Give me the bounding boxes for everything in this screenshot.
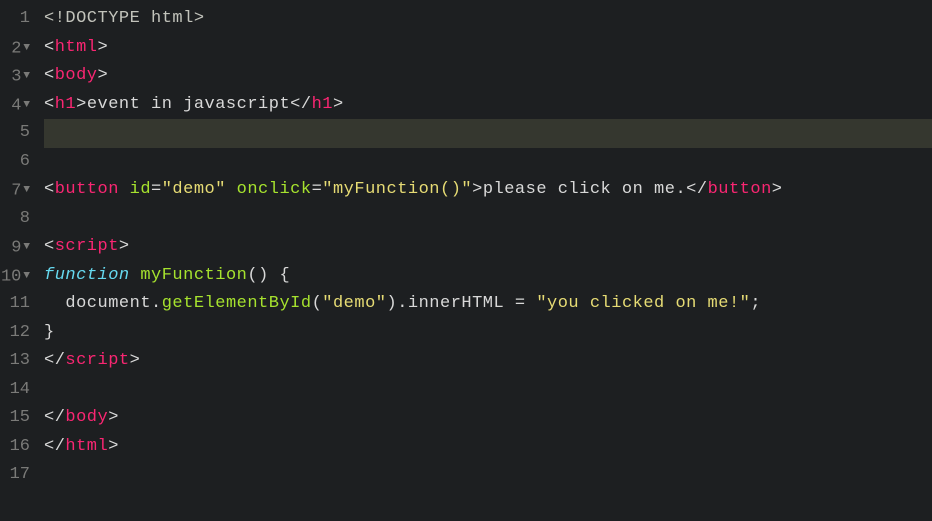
code-line[interactable] [44,376,932,405]
doctype-token: <!DOCTYPE html> [44,9,205,28]
line-number: 2▼ [0,34,33,63]
code-line[interactable]: </script> [44,347,932,376]
code-line[interactable]: function myFunction() { [44,262,932,291]
code-line[interactable]: } [44,319,932,348]
fold-toggle-icon[interactable]: ▼ [23,62,30,91]
line-number: 10▼ [0,262,33,291]
fold-toggle-icon[interactable]: ▼ [23,262,30,291]
line-number: 6 [0,148,33,177]
code-line[interactable]: </body> [44,404,932,433]
code-line-active[interactable] [44,119,932,148]
code-line[interactable]: <button id="demo" onclick="myFunction()"… [44,176,932,205]
code-line[interactable] [44,461,932,490]
code-line[interactable] [44,148,932,177]
line-number: 8 [0,205,33,234]
fold-toggle-icon[interactable]: ▼ [23,34,30,63]
line-number: 14 [0,376,33,405]
code-line[interactable] [44,205,932,234]
code-line[interactable]: <h1>event in javascript</h1> [44,91,932,120]
code-area[interactable]: <!DOCTYPE html> <html> <body> <h1>event … [38,5,932,521]
code-line[interactable]: <script> [44,233,932,262]
fold-toggle-icon[interactable]: ▼ [23,176,30,205]
line-number: 15 [0,404,33,433]
line-number: 3▼ [0,62,33,91]
line-number: 5 [0,119,33,148]
code-line[interactable]: <body> [44,62,932,91]
line-number: 11 [0,290,33,319]
line-number: 12 [0,319,33,348]
fold-toggle-icon[interactable]: ▼ [23,233,30,262]
line-number: 17 [0,461,33,490]
line-number: 13 [0,347,33,376]
code-line[interactable]: <!DOCTYPE html> [44,5,932,34]
code-editor[interactable]: 1 2▼ 3▼ 4▼ 5 6 7▼ 8 9▼ 10▼ 11 12 13 14 1… [0,0,932,521]
line-number: 1 [0,5,33,34]
line-number: 9▼ [0,233,33,262]
line-number-gutter: 1 2▼ 3▼ 4▼ 5 6 7▼ 8 9▼ 10▼ 11 12 13 14 1… [0,5,38,521]
line-number: 4▼ [0,91,33,120]
line-number: 7▼ [0,176,33,205]
code-line[interactable]: </html> [44,433,932,462]
code-line[interactable]: document.getElementById("demo").innerHTM… [44,290,932,319]
line-number: 16 [0,433,33,462]
code-line[interactable]: <html> [44,34,932,63]
fold-toggle-icon[interactable]: ▼ [23,91,30,120]
